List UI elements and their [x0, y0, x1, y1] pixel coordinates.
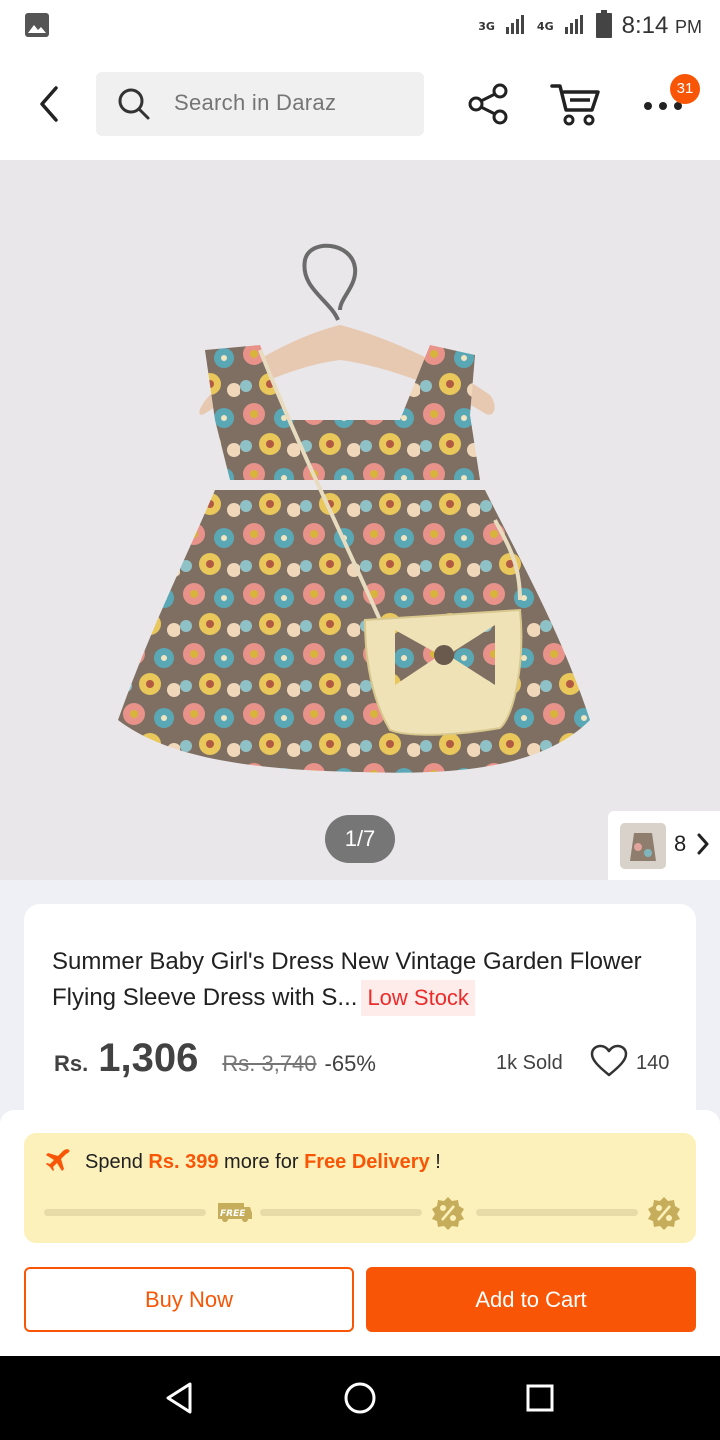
network-3g-label: 3G: [478, 19, 495, 33]
signal-icon: [505, 13, 527, 39]
variants-button[interactable]: 8: [608, 811, 720, 880]
discount-percent: -65%: [324, 1051, 376, 1076]
sold-count: 1k Sold: [496, 1052, 563, 1074]
search-icon: [116, 86, 152, 126]
network-4g-label: 4G: [536, 19, 554, 33]
delivery-progress-track: [476, 1209, 638, 1216]
discount-milestone-icon: [430, 1195, 466, 1235]
share-icon: [468, 83, 508, 125]
nav-recents-icon[interactable]: [520, 1378, 560, 1422]
chevron-right-icon: [696, 833, 710, 859]
wishlist-count: 140: [636, 1052, 670, 1074]
dot-icon: [644, 102, 652, 110]
variant-thumbnail: [620, 823, 666, 869]
cart-button[interactable]: [550, 80, 602, 132]
heart-icon[interactable]: [590, 1044, 628, 1082]
dot-icon: [659, 102, 667, 110]
back-arrow-icon: [40, 86, 58, 122]
free-delivery-banner[interactable]: Spend Rs. 399 more for Free Delivery ! F…: [24, 1133, 696, 1243]
delivery-progress-track: [44, 1209, 206, 1216]
svg-text:FREE: FREE: [220, 1209, 246, 1219]
add-to-cart-button[interactable]: Add to Cart: [366, 1267, 696, 1332]
original-price: Rs. 3,740: [222, 1051, 317, 1076]
product-title-text: Summer Baby Girl's Dress New Vintage Gar…: [52, 948, 642, 1011]
clock: 8:14 PM: [621, 12, 702, 39]
discount-milestone-icon: [646, 1195, 682, 1235]
variant-count: 8: [674, 831, 687, 856]
cart-count-badge: 31: [670, 74, 700, 104]
back-button[interactable]: [30, 82, 74, 126]
product-info-card: Summer Baby Girl's Dress New Vintage Gar…: [24, 904, 696, 1114]
current-price: 1,306: [98, 1036, 199, 1080]
status-bar: 3G 4G 8:14 PM: [0, 0, 720, 52]
product-image-carousel[interactable]: 1/7 8: [0, 160, 720, 880]
delivery-message: Spend Rs. 399 more for Free Delivery !: [85, 1151, 441, 1173]
battery-icon: [595, 10, 612, 42]
image-counter: 1/7: [325, 815, 395, 863]
airplane-icon: [44, 1147, 72, 1179]
price-currency: Rs.: [54, 1051, 89, 1076]
product-photo: [118, 243, 590, 773]
bottom-action-sheet: Spend Rs. 399 more for Free Delivery ! F…: [0, 1110, 720, 1356]
system-navigation-bar: [0, 1356, 720, 1440]
search-placeholder: Search in Daraz: [174, 90, 337, 115]
nav-back-icon[interactable]: [160, 1378, 200, 1422]
low-stock-badge: Low Stock: [361, 980, 475, 1016]
gallery-notification-icon: [24, 12, 50, 42]
cart-icon: [550, 84, 600, 126]
delivery-progress-track: [260, 1209, 422, 1216]
price-row: Rs. 1,306 Rs. 3,740 -65%: [54, 1036, 376, 1081]
share-button[interactable]: [466, 82, 510, 130]
signal-icon: [564, 13, 586, 39]
search-input[interactable]: Search in Daraz: [96, 72, 424, 136]
buy-now-button[interactable]: Buy Now: [24, 1267, 354, 1332]
nav-home-icon[interactable]: [340, 1378, 380, 1422]
top-header: Search in Daraz 31: [0, 52, 720, 160]
product-title[interactable]: Summer Baby Girl's Dress New Vintage Gar…: [52, 944, 652, 1016]
free-shipping-milestone-icon: FREE: [214, 1195, 254, 1233]
